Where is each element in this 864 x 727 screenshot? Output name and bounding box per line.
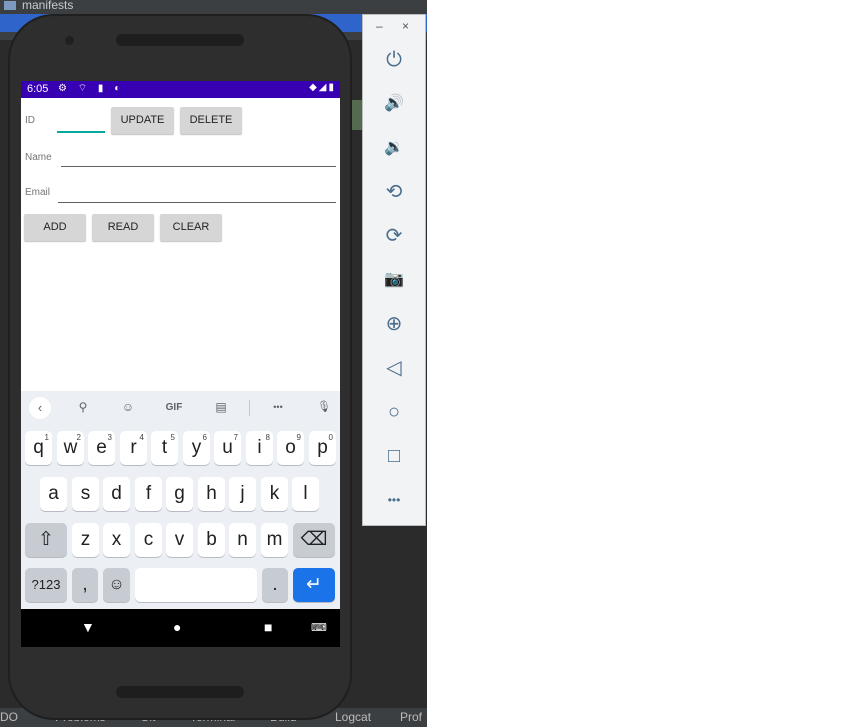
key-o[interactable]: o9 bbox=[277, 431, 304, 465]
name-input-underline bbox=[61, 166, 336, 167]
key-h[interactable]: h bbox=[198, 477, 225, 511]
mic-icon[interactable]: 🎙 bbox=[312, 400, 336, 413]
key-b[interactable]: b bbox=[198, 523, 225, 557]
key-s[interactable]: s bbox=[72, 477, 99, 511]
add-button[interactable]: ADD bbox=[24, 214, 86, 241]
keyboard-toolbar: ‹ ⚲ ☺ GIF ▤ ••• 🎙 bbox=[21, 391, 340, 425]
key-k[interactable]: k bbox=[261, 477, 288, 511]
key-l[interactable]: l bbox=[292, 477, 319, 511]
id-input[interactable] bbox=[57, 109, 105, 133]
key-e[interactable]: e3 bbox=[88, 431, 115, 465]
key-m[interactable]: m bbox=[261, 523, 288, 557]
home-icon[interactable]: ○ bbox=[363, 394, 425, 430]
chevron-left-icon[interactable]: ‹ bbox=[29, 397, 51, 419]
key-v[interactable]: v bbox=[166, 523, 193, 557]
key-y[interactable]: y6 bbox=[183, 431, 210, 465]
comma-key[interactable]: , bbox=[72, 568, 98, 602]
key-i[interactable]: i8 bbox=[246, 431, 273, 465]
minimize-icon[interactable]: – bbox=[376, 19, 383, 33]
gif-button[interactable]: GIF bbox=[162, 402, 186, 413]
camera-icon[interactable]: 📷 bbox=[363, 262, 425, 298]
android-nav-bar: ▼ ● ■ ⌨ bbox=[21, 609, 340, 647]
emoji-key-icon[interactable]: ☺ bbox=[103, 568, 130, 602]
nav-recents-icon[interactable]: ■ bbox=[264, 619, 272, 635]
volume-down-icon[interactable]: 🔉 bbox=[363, 130, 425, 166]
read-button[interactable]: READ bbox=[92, 214, 154, 241]
period-key[interactable]: . bbox=[262, 568, 288, 602]
close-icon[interactable]: × bbox=[402, 19, 409, 33]
tool-window-todo[interactable]: DO bbox=[0, 710, 18, 724]
tool-window-profiler[interactable]: Prof bbox=[400, 710, 422, 724]
symbols-key[interactable]: ?123 bbox=[25, 568, 67, 602]
key-x[interactable]: x bbox=[103, 523, 130, 557]
key-f[interactable]: f bbox=[135, 477, 162, 511]
email-input[interactable] bbox=[58, 182, 336, 202]
enter-key-icon[interactable]: ↵ bbox=[293, 568, 335, 602]
name-input[interactable] bbox=[61, 147, 336, 167]
clear-button[interactable]: CLEAR bbox=[160, 214, 222, 241]
key-p[interactable]: p0 bbox=[309, 431, 336, 465]
key-t[interactable]: t5 bbox=[151, 431, 178, 465]
key-u[interactable]: u7 bbox=[214, 431, 241, 465]
clipboard-icon[interactable]: ▤ bbox=[209, 400, 233, 414]
search-icon[interactable]: ⚲ bbox=[71, 400, 95, 414]
key-z[interactable]: z bbox=[72, 523, 99, 557]
nav-back-icon[interactable]: ▼ bbox=[81, 619, 95, 635]
key-r[interactable]: r4 bbox=[120, 431, 147, 465]
key-j[interactable]: j bbox=[229, 477, 256, 511]
back-icon[interactable]: ◁ bbox=[363, 350, 425, 386]
space-bar[interactable] bbox=[135, 568, 257, 602]
nav-keyboard-icon[interactable]: ⌨ bbox=[311, 621, 327, 634]
emulator-toolbar: – × ⏻ 🔊 🔉 ⟲ ⟳ 📷 ⊕ ◁ ○ □ ••• bbox=[362, 14, 426, 526]
front-camera bbox=[65, 36, 74, 45]
rotate-left-icon[interactable]: ⟲ bbox=[363, 174, 425, 210]
folder-icon bbox=[4, 1, 16, 11]
soft-keyboard: ‹ ⚲ ☺ GIF ▤ ••• 🎙 q1 w2 e3 r4 t5 y6 u7 i… bbox=[21, 391, 340, 609]
overview-icon[interactable]: □ bbox=[363, 438, 425, 474]
zoom-icon[interactable]: ⊕ bbox=[363, 306, 425, 342]
device-screen: 6:05 ⚙ ⌔ ▮ ◐ ◆◢▮ ID UPDATE DELETE Name E… bbox=[21, 81, 340, 647]
key-d[interactable]: d bbox=[103, 477, 130, 511]
tree-item-manifests[interactable]: manifests bbox=[4, 0, 73, 12]
status-signal-battery-icons: ◆◢▮ bbox=[309, 82, 336, 93]
volume-up-icon[interactable]: 🔊 bbox=[363, 86, 425, 122]
tool-window-logcat[interactable]: Logcat bbox=[335, 710, 371, 724]
more-options-icon[interactable]: ••• bbox=[363, 482, 425, 518]
key-c[interactable]: c bbox=[135, 523, 162, 557]
shift-key-icon[interactable]: ⇧ bbox=[25, 523, 67, 557]
delete-button[interactable]: DELETE bbox=[180, 107, 242, 134]
more-icon[interactable]: ••• bbox=[266, 402, 290, 412]
sticker-icon[interactable]: ☺ bbox=[116, 400, 140, 414]
update-button[interactable]: UPDATE bbox=[111, 107, 174, 134]
backspace-key-icon[interactable]: ⌫ bbox=[293, 523, 335, 557]
key-q[interactable]: q1 bbox=[25, 431, 52, 465]
nav-home-icon[interactable]: ● bbox=[173, 619, 181, 635]
tree-item-label: manifests bbox=[22, 0, 74, 12]
status-notification-icons: ⚙ ⌔ ▮ ◐ bbox=[58, 83, 125, 94]
name-label: Name bbox=[25, 152, 52, 163]
id-label: ID bbox=[25, 115, 35, 126]
email-label: Email bbox=[25, 187, 51, 198]
power-icon[interactable]: ⏻ bbox=[363, 42, 425, 78]
status-time: 6:05 bbox=[27, 83, 49, 95]
rotate-right-icon[interactable]: ⟳ bbox=[363, 218, 425, 254]
key-n[interactable]: n bbox=[229, 523, 256, 557]
key-g[interactable]: g bbox=[166, 477, 193, 511]
key-a[interactable]: a bbox=[40, 477, 67, 511]
top-speaker bbox=[116, 34, 244, 46]
key-w[interactable]: w2 bbox=[57, 431, 84, 465]
id-input-underline bbox=[57, 131, 105, 133]
toolbar-divider bbox=[249, 400, 250, 416]
email-input-underline bbox=[58, 202, 336, 203]
android-status-bar: 6:05 ⚙ ⌔ ▮ ◐ ◆◢▮ bbox=[21, 81, 340, 98]
bottom-speaker bbox=[116, 686, 244, 698]
